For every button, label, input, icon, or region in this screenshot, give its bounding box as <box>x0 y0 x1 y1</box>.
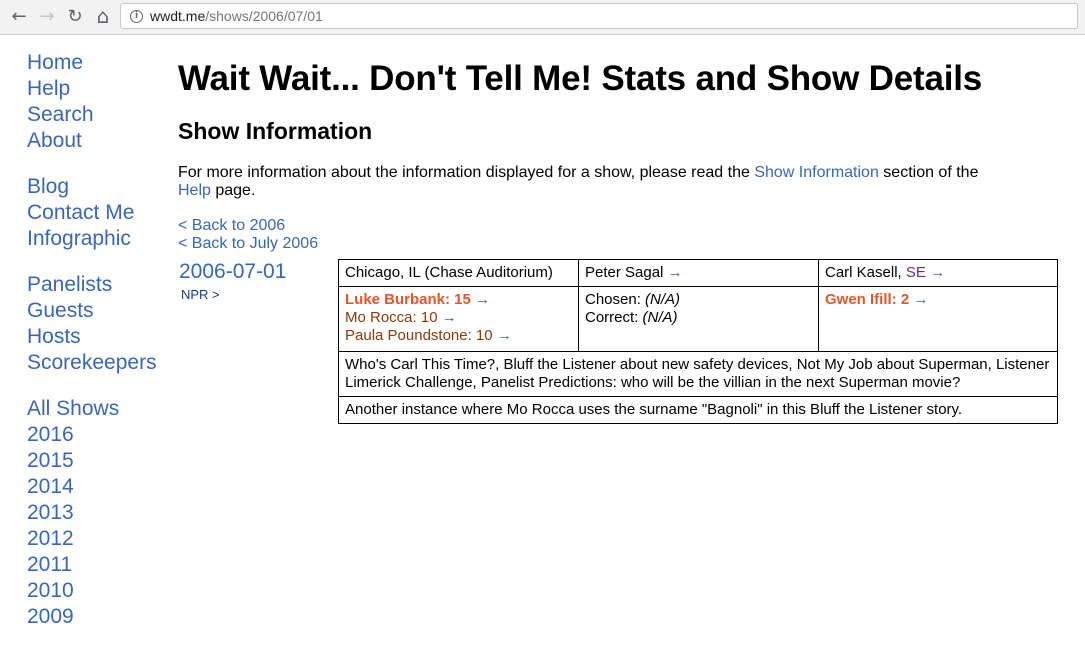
correct-value: (N/A) <box>642 309 678 326</box>
sidebar-group-people: Panelists Guests Hosts Scorekeepers <box>27 272 157 376</box>
panelist-entry: Paula Poundstone: 10 → <box>345 327 572 345</box>
bluff-cell: Chosen: (N/A) Correct: (N/A) <box>578 286 819 352</box>
sidebar-link-year[interactable]: 2009 <box>27 604 157 630</box>
sidebar-link-help[interactable]: Help <box>27 76 157 102</box>
forward-arrow-icon[interactable]: → <box>36 5 58 27</box>
chosen-value: (N/A) <box>645 291 681 308</box>
back-links: < Back to 2006 < Back to July 2006 <box>178 217 1068 253</box>
section-title: Show Information <box>178 118 373 144</box>
guest-arrow-icon[interactable]: → <box>913 291 928 308</box>
show-date-link[interactable]: 2006-07-01 <box>179 260 286 284</box>
home-icon[interactable]: ⌂ <box>92 4 114 28</box>
sidebar-link-year[interactable]: 2013 <box>27 500 157 526</box>
show-description: Who's Carl This Time?, Bluff the Listene… <box>345 356 1050 391</box>
panelist-score: Mo Rocca: 10 <box>345 309 438 326</box>
sidebar-link-home[interactable]: Home <box>27 50 157 76</box>
correct-row: Correct: (N/A) <box>585 309 812 327</box>
table-row: Who's Carl This Time?, Bluff the Listene… <box>338 351 1058 397</box>
show-notes: Another instance where Mo Rocca uses the… <box>345 401 963 418</box>
sidebar-link-year[interactable]: 2014 <box>27 474 157 500</box>
main-content: Wait Wait... Don't Tell Me! Stats and Sh… <box>178 58 1068 424</box>
description-cell: Who's Carl This Time?, Bluff the Listene… <box>338 351 1058 397</box>
sidebar-link-about[interactable]: About <box>27 128 157 154</box>
sidebar-link-contact[interactable]: Contact Me <box>27 200 157 226</box>
notes-cell: Another instance where Mo Rocca uses the… <box>338 396 1058 424</box>
browser-toolbar: ← → ↻ ⌂ i wwdt.me/shows/2006/07/01 <box>0 0 1085 35</box>
panelist-score: Luke Burbank: 15 <box>345 291 471 308</box>
sidebar-link-year[interactable]: 2016 <box>27 422 157 448</box>
scorekeeper-badge: SE <box>905 264 926 281</box>
npr-link[interactable]: NPR > <box>181 287 220 302</box>
sidebar-link-hosts[interactable]: Hosts <box>27 324 157 350</box>
show-details-table: Chicago, IL (Chase Auditorium) Peter Sag… <box>338 259 1058 424</box>
host-arrow-icon[interactable]: → <box>668 264 683 281</box>
intro-paragraph: For more information about the informati… <box>178 164 998 200</box>
back-to-year-link[interactable]: < Back to 2006 <box>178 217 1068 235</box>
sidebar-group-main: Home Help Search About <box>27 50 157 154</box>
table-row: Another instance where Mo Rocca uses the… <box>338 396 1058 424</box>
back-arrow-icon[interactable]: ← <box>8 5 30 27</box>
sidebar-link-year[interactable]: 2010 <box>27 578 157 604</box>
intro-text: section of the <box>878 164 979 181</box>
url-host: wwdt.me <box>150 8 206 24</box>
show-information-link[interactable]: Show Information <box>754 164 879 181</box>
sidebar-link-infographic[interactable]: Infographic <box>27 226 157 252</box>
host-cell: Peter Sagal → <box>578 259 819 287</box>
location-cell: Chicago, IL (Chase Auditorium) <box>338 259 579 287</box>
sidebar-link-year[interactable]: 2012 <box>27 526 157 552</box>
sidebar-link-guests[interactable]: Guests <box>27 298 157 324</box>
panelists-cell: Luke Burbank: 15 → Mo Rocca: 10 → Paula … <box>338 286 579 352</box>
sidebar-link-scorekeepers[interactable]: Scorekeepers <box>27 350 157 376</box>
panelist-arrow-icon[interactable]: → <box>475 291 490 308</box>
host-name: Peter Sagal <box>585 264 664 281</box>
intro-text: For more information about the informati… <box>178 164 755 181</box>
scorekeeper-cell: Carl Kasell, SE → <box>818 259 1058 287</box>
chosen-row: Chosen: (N/A) <box>585 291 812 309</box>
sidebar-group-site: Blog Contact Me Infographic <box>27 174 157 252</box>
scorekeeper-arrow-icon[interactable]: → <box>930 264 945 281</box>
sidebar-group-shows: All Shows 2016 2015 2014 2013 2012 2011 … <box>27 396 157 630</box>
panelist-entry: Mo Rocca: 10 → <box>345 309 572 327</box>
location-text: Chicago, IL (Chase Auditorium) <box>345 264 553 281</box>
reload-icon[interactable]: ↻ <box>64 5 86 27</box>
chosen-label: Chosen: <box>585 291 646 308</box>
panelist-arrow-icon[interactable]: → <box>497 327 512 344</box>
help-link[interactable]: Help <box>178 182 211 199</box>
sidebar-link-blog[interactable]: Blog <box>27 174 157 200</box>
sidebar-link-search[interactable]: Search <box>27 102 157 128</box>
table-row: Chicago, IL (Chase Auditorium) Peter Sag… <box>338 259 1058 287</box>
back-to-month-link[interactable]: < Back to July 2006 <box>178 235 1068 253</box>
panelist-arrow-icon[interactable]: → <box>442 309 457 326</box>
intro-text: page. <box>210 182 256 199</box>
correct-label: Correct: <box>585 309 643 326</box>
guest-cell: Gwen Ifill: 2 → <box>818 286 1058 352</box>
table-row: Luke Burbank: 15 → Mo Rocca: 10 → Paula … <box>338 286 1058 352</box>
panelist-entry: Luke Burbank: 15 → <box>345 291 572 309</box>
panelist-score: Paula Poundstone: 10 <box>345 327 493 344</box>
sidebar-link-panelists[interactable]: Panelists <box>27 272 157 298</box>
url-path: /shows/2006/07/01 <box>205 8 323 24</box>
info-icon[interactable]: i <box>130 9 143 23</box>
scorekeeper-name: Carl Kasell <box>825 264 898 281</box>
sidebar-nav: Home Help Search About Blog Contact Me I… <box>27 50 157 650</box>
address-bar[interactable]: i wwdt.me/shows/2006/07/01 <box>120 3 1078 29</box>
sidebar-link-year[interactable]: 2011 <box>27 552 157 578</box>
page-title: Wait Wait... Don't Tell Me! Stats and Sh… <box>178 59 983 98</box>
guest-score: Gwen Ifill: 2 <box>825 291 910 308</box>
sidebar-link-all-shows[interactable]: All Shows <box>27 396 157 422</box>
sidebar-link-year[interactable]: 2015 <box>27 448 157 474</box>
